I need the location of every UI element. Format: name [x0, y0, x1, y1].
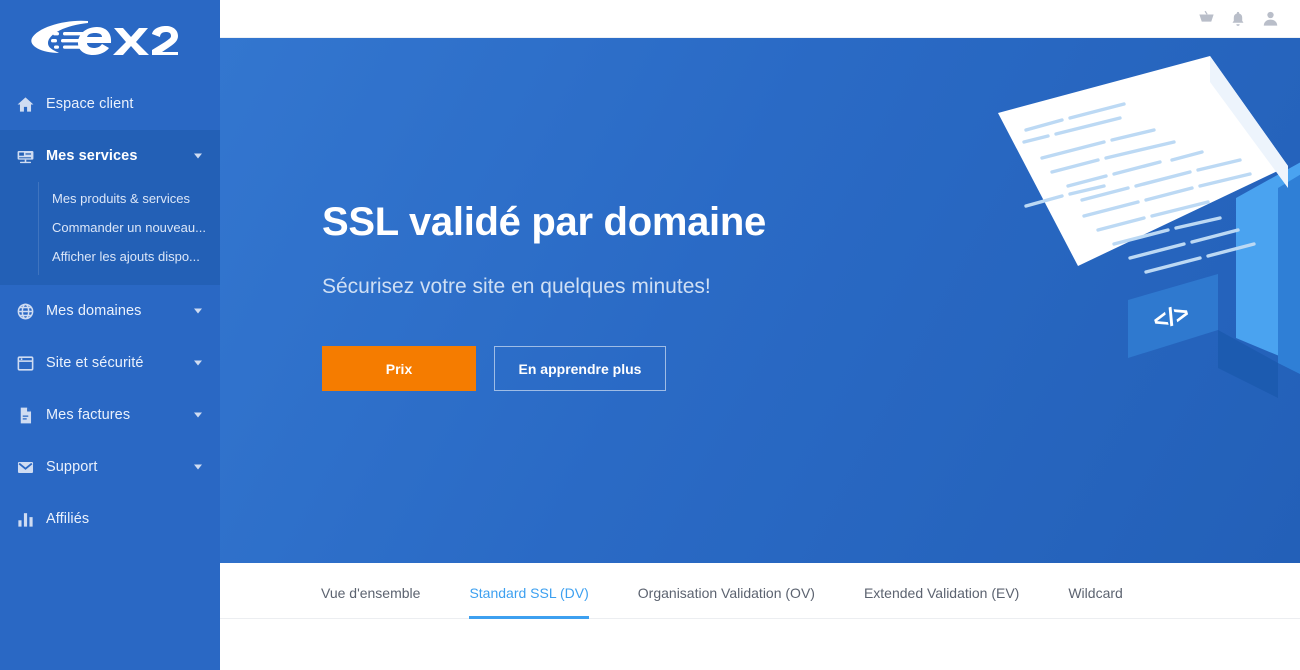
- sidebar-item-affilies[interactable]: Affiliés: [0, 493, 220, 545]
- server-icon: [16, 147, 46, 166]
- app-root: Espace client Mes services Mes produits …: [0, 0, 1300, 670]
- tab-organisation-validation-ov[interactable]: Organisation Validation (OV): [638, 585, 815, 618]
- sidebar-item-label: Mes domaines: [46, 303, 142, 319]
- submenu-item-mes-produits[interactable]: Mes produits & services: [0, 184, 220, 213]
- sidebar-item-support[interactable]: Support: [0, 441, 220, 493]
- submenu-item-afficher-ajouts[interactable]: Afficher les ajouts dispo...: [0, 242, 220, 271]
- brand-logo[interactable]: [0, 0, 220, 78]
- prix-button[interactable]: Prix: [322, 346, 476, 391]
- tab-vue-densemble[interactable]: Vue d'ensemble: [321, 585, 420, 618]
- cart-icon[interactable]: [1190, 3, 1222, 35]
- ssl-code-illustration: </>: [998, 56, 1300, 398]
- envelope-icon: [16, 458, 46, 477]
- hero-banner: </> SSL validé par domaine Sécurisez vot…: [220, 38, 1300, 563]
- notifications-bell-icon[interactable]: [1222, 3, 1254, 35]
- tab-bar: Vue d'ensemble Standard SSL (DV) Organis…: [220, 563, 1300, 619]
- tab-wildcard[interactable]: Wildcard: [1068, 585, 1122, 618]
- chevron-down-icon: [194, 464, 202, 470]
- hero-button-group: Prix En apprendre plus: [322, 346, 766, 391]
- sidebar-item-mes-factures[interactable]: Mes factures: [0, 389, 220, 441]
- sidebar-item-label: Mes services: [46, 148, 138, 164]
- top-header-bar: [220, 0, 1300, 38]
- tab-standard-ssl-dv[interactable]: Standard SSL (DV): [469, 585, 590, 619]
- browser-window-icon: [16, 354, 46, 373]
- sidebar-item-label: Mes factures: [46, 407, 131, 423]
- sidebar-item-label: Affiliés: [46, 511, 90, 527]
- chevron-down-icon: [194, 360, 202, 366]
- sidebar-item-label: Support: [46, 459, 98, 475]
- document-icon: [16, 406, 46, 425]
- chevron-down-icon: [194, 412, 202, 418]
- en-apprendre-plus-button[interactable]: En apprendre plus: [494, 346, 666, 391]
- page-title: SSL validé par domaine: [322, 200, 766, 244]
- submenu-item-commander-nouveau[interactable]: Commander un nouveau...: [0, 213, 220, 242]
- sidebar-item-site-et-securite[interactable]: Site et sécurité: [0, 337, 220, 389]
- sidebar-item-espace-client[interactable]: Espace client: [0, 78, 220, 130]
- sidebar-item-mes-services[interactable]: Mes services: [0, 130, 220, 182]
- sidebar-item-label: Espace client: [46, 96, 134, 112]
- sidebar-submenu-mes-services: Mes produits & services Commander un nou…: [0, 182, 220, 285]
- home-icon: [16, 95, 46, 114]
- tabs-panel: Vue d'ensemble Standard SSL (DV) Organis…: [220, 563, 1300, 670]
- user-account-icon[interactable]: [1254, 3, 1286, 35]
- globe-icon: [16, 302, 46, 321]
- chevron-down-icon: [194, 153, 202, 159]
- bar-chart-icon: [16, 510, 46, 529]
- hero-copy: SSL validé par domaine Sécurisez votre s…: [322, 200, 766, 391]
- sidebar: Espace client Mes services Mes produits …: [0, 0, 220, 670]
- sidebar-item-mes-domaines[interactable]: Mes domaines: [0, 285, 220, 337]
- sidebar-item-label: Site et sécurité: [46, 355, 144, 371]
- tab-extended-validation-ev[interactable]: Extended Validation (EV): [864, 585, 1019, 618]
- ex2-logo-icon: [31, 20, 178, 55]
- hero-subtitle: Sécurisez votre site en quelques minutes…: [322, 275, 711, 298]
- chevron-down-icon: [194, 308, 202, 314]
